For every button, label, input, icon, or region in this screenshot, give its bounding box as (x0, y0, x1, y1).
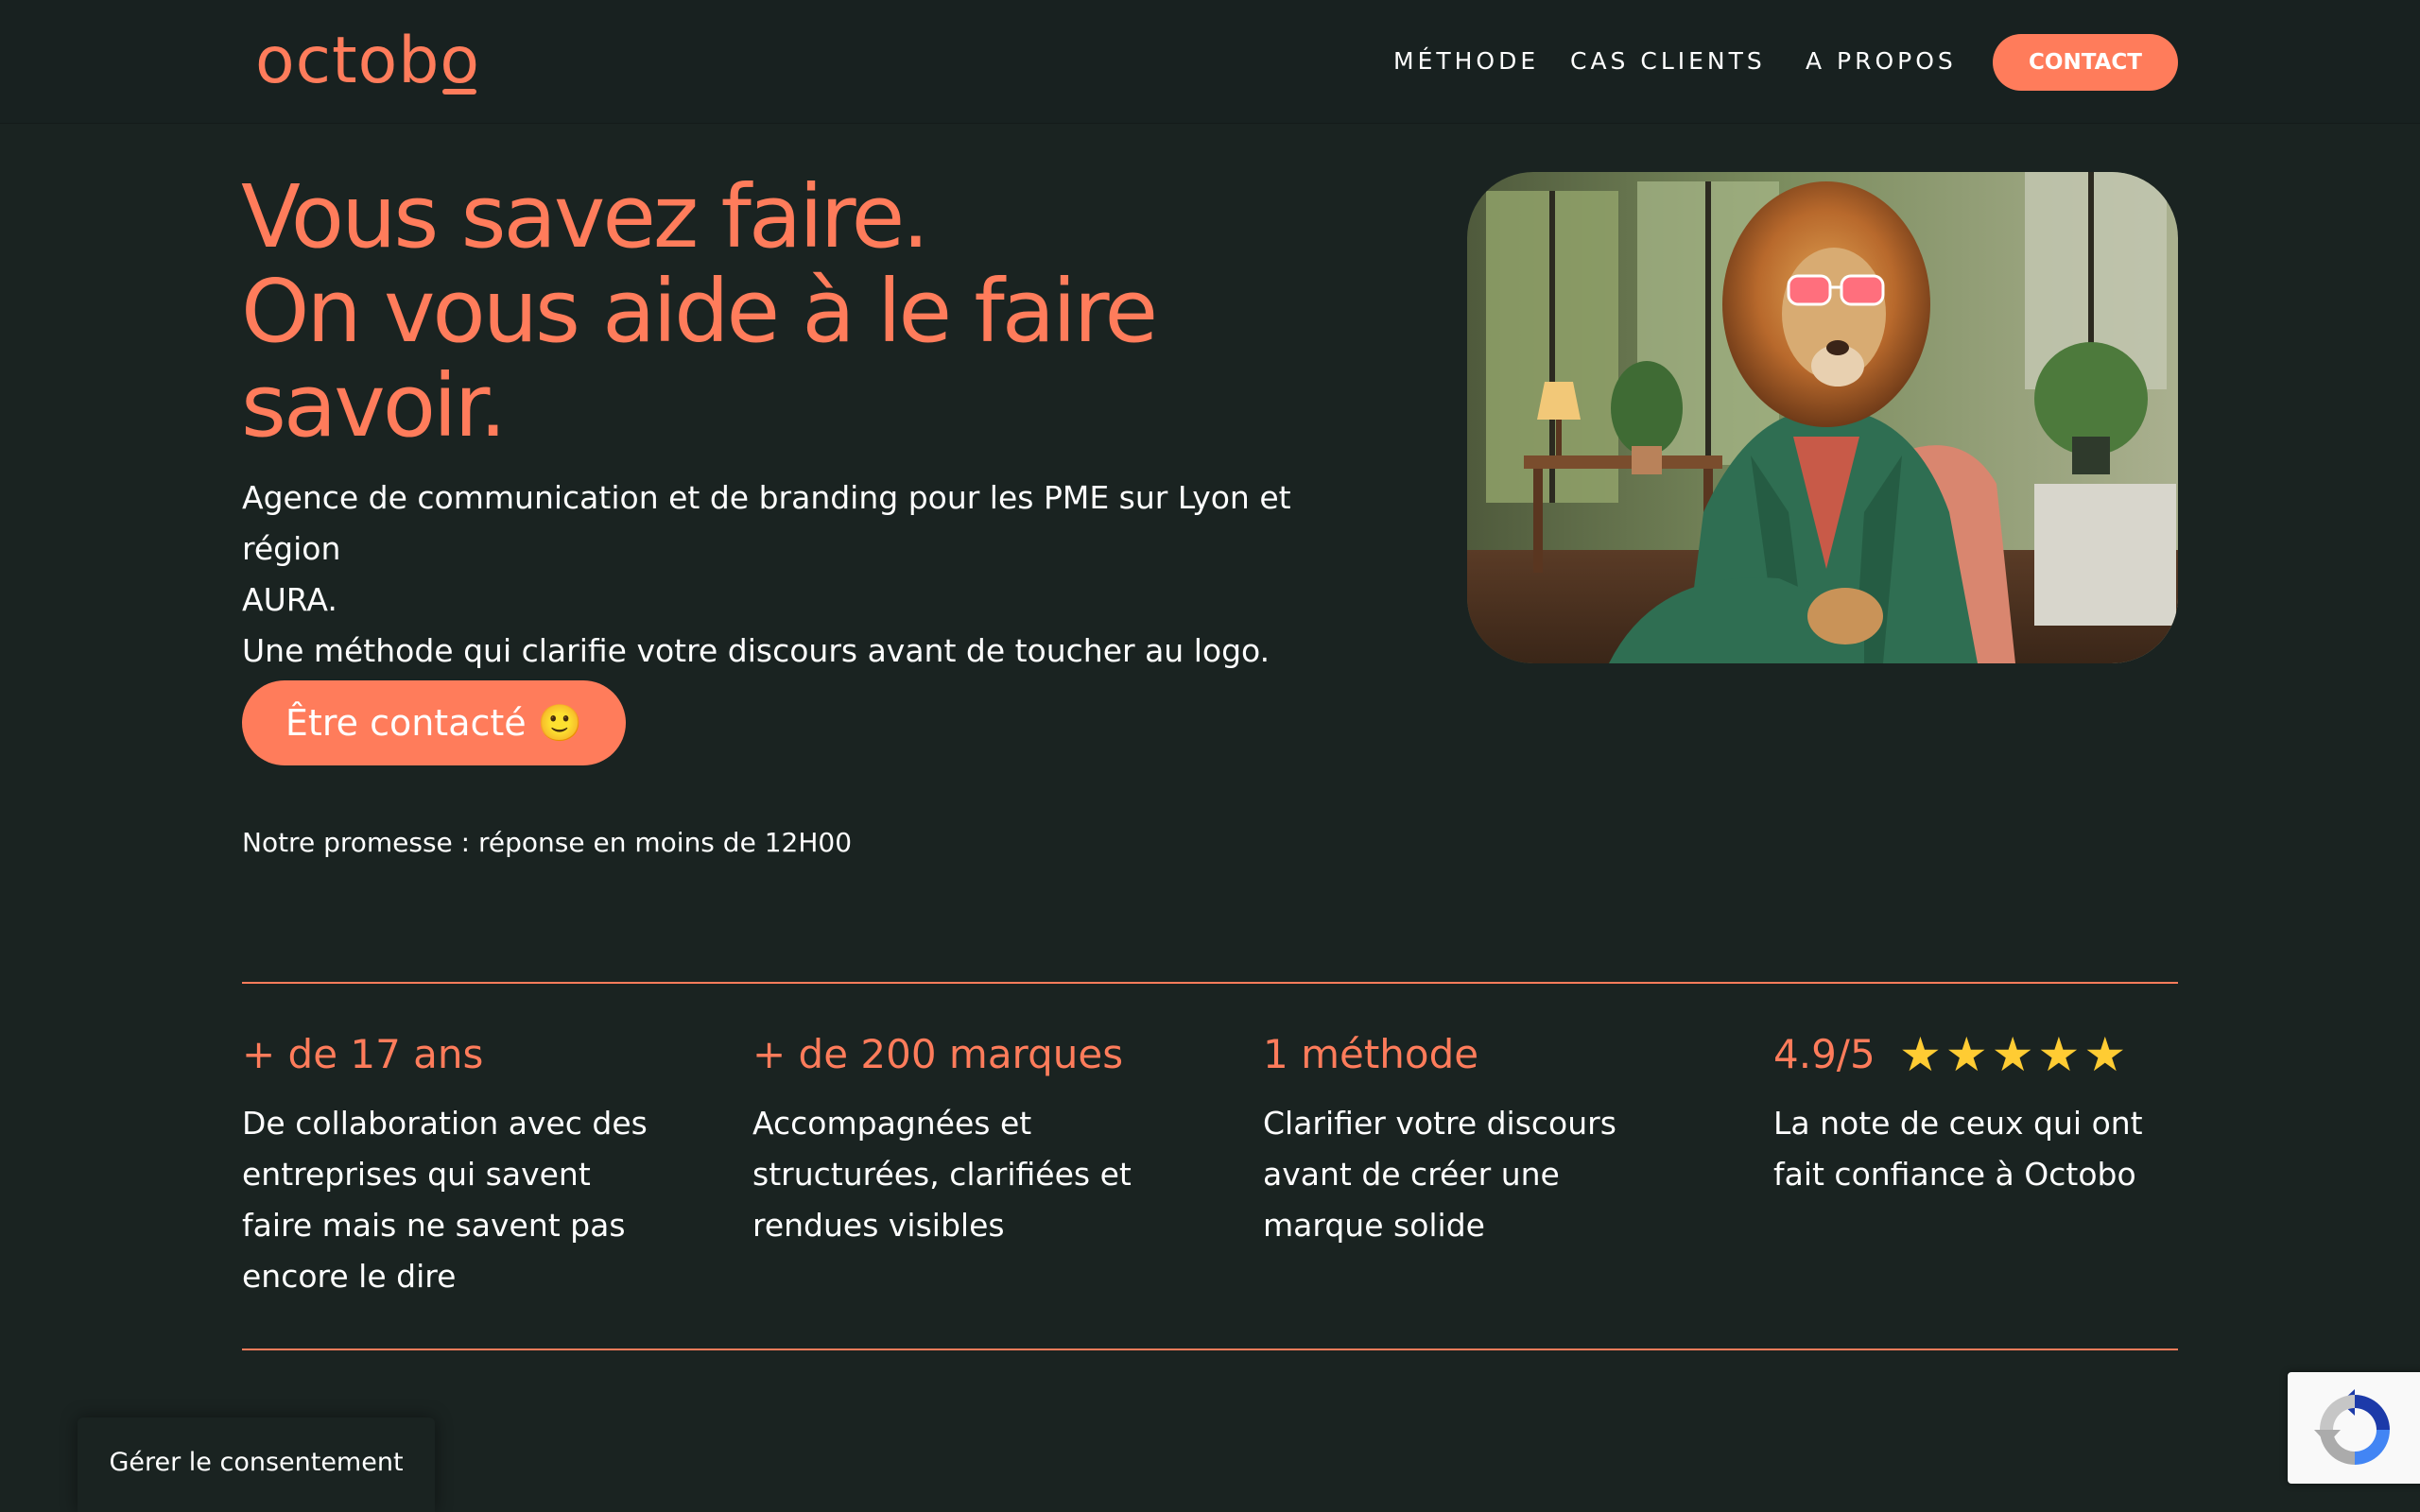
site-header: octobo MÉTHODE CAS CLIENTS A PROPOS CONT… (0, 0, 2420, 124)
manage-consent-button[interactable]: Gérer le consentement (78, 1418, 435, 1512)
nav-link-cas-clients[interactable]: CAS CLIENTS (1570, 42, 1766, 81)
stat-title-rating: 4.9/5 ★★★★★ (1773, 1024, 2189, 1085)
hero-title-line: savoir. (241, 355, 507, 456)
stat-title: + de 200 marques (752, 1031, 1124, 1077)
hero-subtitle: Agence de communication et de branding p… (242, 472, 1376, 677)
contact-button[interactable]: CONTACT (1993, 34, 2178, 91)
stat-description: De collaboration avec des entreprises qu… (242, 1105, 648, 1295)
star-icon: ★ (2083, 1027, 2127, 1082)
hero-subtitle-line: AURA. (242, 581, 337, 618)
stats-divider-bottom (242, 1349, 2178, 1350)
hero-lion-image (1467, 172, 2178, 663)
stat-item: + de 200 marques Accompagnées et structu… (752, 1024, 1168, 1251)
cta-etre-contacte-button[interactable]: Être contacté 🙂 (242, 680, 626, 765)
stats-divider-top (242, 982, 2178, 984)
rating-value: 4.9/5 (1773, 1031, 1876, 1077)
stat-description: Accompagnées et structurées, clarifiées … (752, 1105, 1132, 1244)
nav-link-a-propos[interactable]: A PROPOS (1806, 42, 1957, 81)
nav-link-methode[interactable]: MÉTHODE (1393, 42, 1539, 81)
star-icon: ★ (1899, 1027, 1942, 1082)
stat-item: 1 méthode Clarifier votre discours avant… (1263, 1024, 1679, 1251)
stat-description: La note de ceux qui ont fait confiance à… (1773, 1105, 2143, 1193)
stat-item: + de 17 ans De collaboration avec des en… (242, 1024, 658, 1302)
stat-description: Clarifier votre discours avant de créer … (1263, 1105, 1616, 1244)
recaptcha-icon (2314, 1389, 2390, 1465)
promise-text: Notre promesse : réponse en moins de 12H… (242, 827, 853, 858)
rating-stars: ★★★★★ (1899, 1024, 2130, 1088)
star-icon: ★ (2037, 1027, 2081, 1082)
hero-title-line: On vous aide à le faire (241, 261, 1158, 362)
star-icon: ★ (1991, 1027, 2034, 1082)
stat-title: + de 17 ans (242, 1031, 484, 1077)
stat-title: 1 méthode (1263, 1031, 1479, 1077)
logo-underline-mark (442, 89, 476, 94)
lion-illustration (1467, 172, 2178, 663)
hero-title: Vous savez faire. On vous aide à le fair… (241, 170, 1375, 454)
hero-title-line: Vous savez faire. (241, 166, 929, 267)
star-icon: ★ (1945, 1027, 1988, 1082)
recaptcha-badge[interactable] (2288, 1372, 2420, 1484)
hero-subtitle-line: Une méthode qui clarifie votre discours … (242, 632, 1270, 669)
hero-subtitle-line: Agence de communication et de branding p… (242, 479, 1291, 567)
stat-item: 4.9/5 ★★★★★ La note de ceux qui ont fait… (1773, 1024, 2189, 1200)
